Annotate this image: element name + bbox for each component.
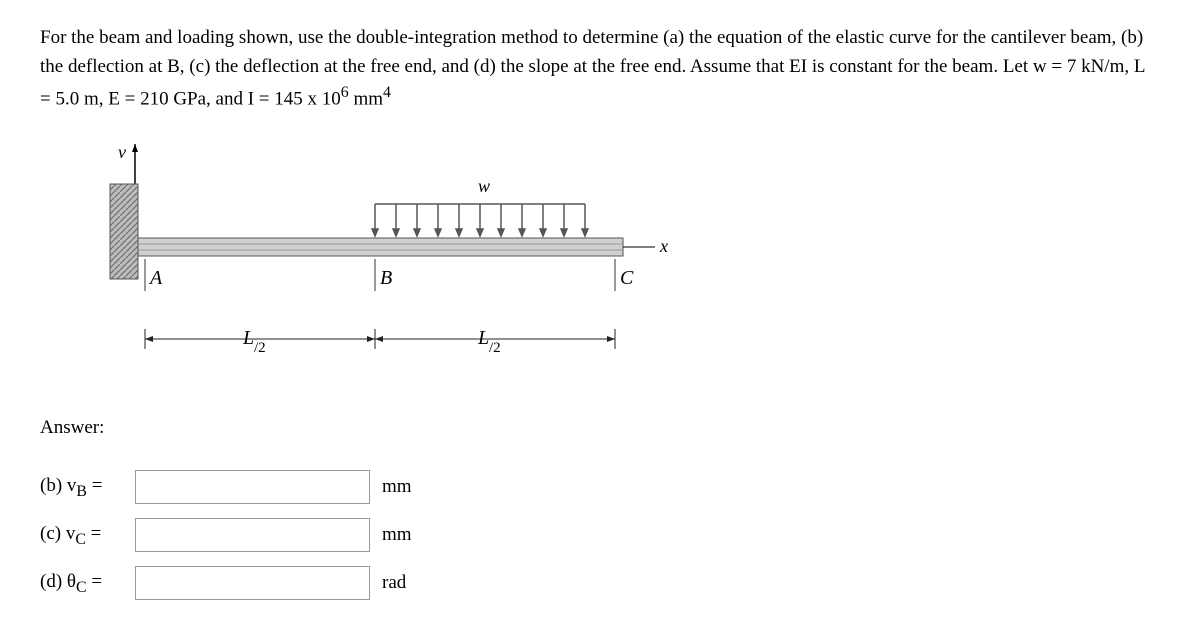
label-b: (b) vB = [40, 472, 135, 504]
answer-row-b: (b) vB = mm [40, 470, 1160, 504]
svg-text:w: w [478, 176, 490, 196]
svg-text:B: B [380, 267, 392, 289]
input-vc[interactable] [135, 518, 370, 552]
problem-statement: For the beam and loading shown, use the … [40, 24, 1160, 114]
answer-header: Answer: [40, 414, 1160, 443]
svg-text:L: L [242, 327, 254, 349]
svg-text:A: A [148, 267, 163, 289]
unit-c: mm [382, 521, 412, 550]
input-thetac[interactable] [135, 566, 370, 600]
problem-text-between: mm [349, 88, 383, 109]
unit-b: mm [382, 473, 412, 502]
svg-text:x: x [659, 236, 668, 256]
svg-text:L: L [477, 327, 489, 349]
label-d: (d) θC = [40, 568, 135, 600]
unit-d: rad [382, 569, 406, 598]
svg-text:C: C [620, 267, 634, 289]
exponent-6: 6 [341, 84, 349, 101]
answer-section: Answer: (b) vB = mm (c) vC = mm (d) θC =… [40, 414, 1160, 601]
answer-row-c: (c) vC = mm [40, 518, 1160, 552]
answer-row-d: (d) θC = rad [40, 566, 1160, 600]
input-vb[interactable] [135, 470, 370, 504]
svg-text:v: v [118, 144, 126, 162]
svg-text:/2: /2 [489, 340, 501, 356]
label-c: (c) vC = [40, 520, 135, 552]
beam-figure: v x w [90, 144, 670, 374]
svg-text:/2: /2 [254, 340, 266, 356]
problem-text-main: For the beam and loading shown, use the … [40, 27, 1145, 109]
exponent-4: 4 [383, 84, 391, 101]
